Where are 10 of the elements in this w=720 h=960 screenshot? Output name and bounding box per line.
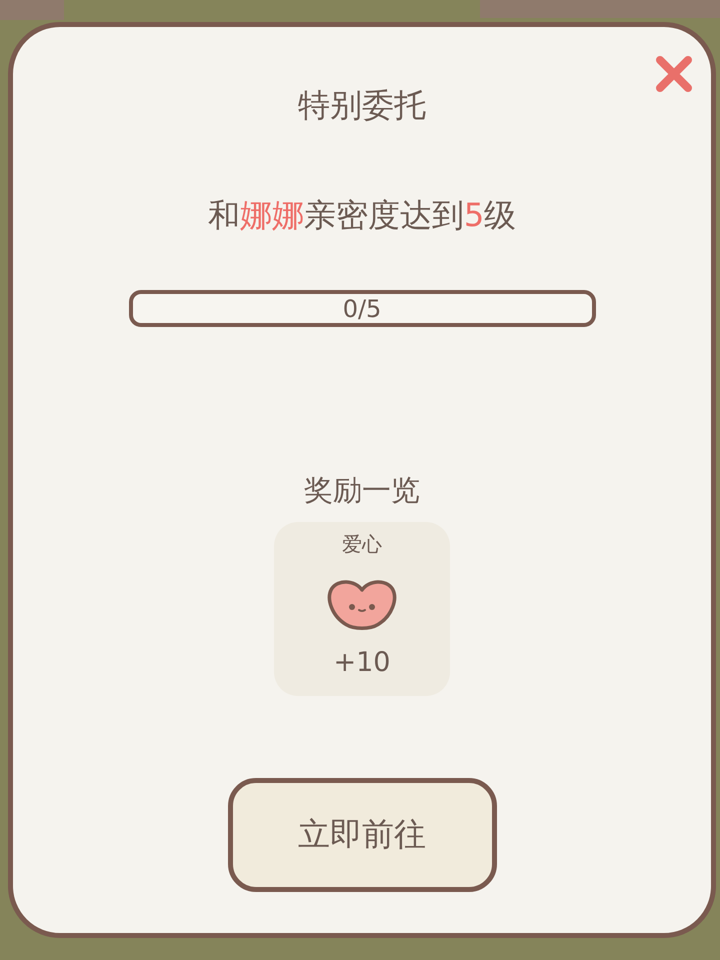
reward-amount: +10 (334, 646, 390, 680)
go-now-button[interactable]: 立即前往 (228, 778, 496, 892)
heart-face-icon (327, 579, 397, 631)
progress-reading: 0/5 (342, 294, 382, 322)
close-button[interactable] (655, 55, 693, 93)
task-description: 和娜娜亲密度达到5级 (208, 195, 516, 235)
dialog-title: 特别委托 (298, 85, 426, 125)
close-icon (655, 55, 693, 93)
rewards-heading: 奖励一览 (304, 472, 420, 508)
reward-name: 爱心 (342, 531, 382, 557)
